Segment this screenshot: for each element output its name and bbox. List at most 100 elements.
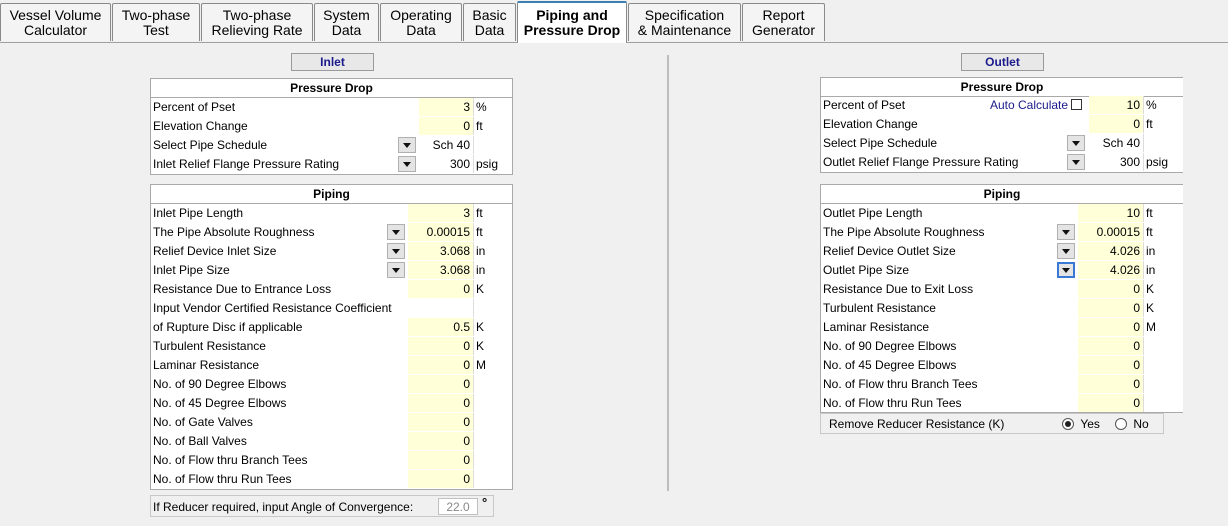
outlet-section-button[interactable]: Outlet [961, 53, 1044, 71]
outlet-piping-row-value[interactable]: 0.00015 [1078, 223, 1143, 241]
outlet-piping-row: The Pipe Absolute Roughness 0.00015 ft [821, 223, 1183, 242]
outlet-piping-row-label: Outlet Pipe Length [823, 206, 923, 220]
radio-selected-icon[interactable] [1062, 418, 1074, 430]
outlet-piping-row-value[interactable]: 0 [1078, 299, 1143, 317]
inlet-piping-row-value[interactable]: 3.068 [408, 242, 473, 260]
inlet-piping-row-value[interactable]: 0 [408, 356, 473, 374]
outlet-piping-row-value[interactable]: 0 [1078, 356, 1143, 374]
tab-piping-and-pressure-drop[interactable]: Piping and Pressure Drop [517, 1, 627, 43]
chevron-down-icon [1062, 248, 1070, 254]
inlet-piping-row-unit [473, 299, 512, 317]
outlet-elevation-label: Elevation Change [823, 117, 918, 131]
outlet-piping-row-label: No. of 45 Degree Elbows [823, 358, 957, 372]
outlet-flange-rating-dropdown[interactable] [1067, 154, 1085, 170]
outlet-piping-row-value[interactable]: 0 [1078, 375, 1143, 393]
outlet-piping-row: No. of 90 Degree Elbows 0 [821, 337, 1183, 356]
outlet-piping-title: Piping [821, 185, 1183, 204]
inlet-percent-pset-input[interactable]: 3 [419, 98, 473, 116]
inlet-piping-row: No. of Flow thru Run Tees 0 [151, 470, 512, 489]
tab-two-phase-test[interactable]: Two-phase Test [112, 3, 200, 41]
inlet-reducer-angle-input[interactable]: 22.0 [438, 498, 478, 515]
inlet-piping-row-value[interactable] [408, 299, 473, 317]
outlet-piping-row-value[interactable]: 4.026 [1078, 242, 1143, 260]
outlet-piping-row: No. of Flow thru Run Tees 0 [821, 394, 1183, 413]
outlet-piping-row-label: The Pipe Absolute Roughness [823, 225, 985, 239]
inlet-piping-row-value[interactable]: 0 [408, 413, 473, 431]
inlet-piping-row-dropdown[interactable] [387, 243, 405, 259]
outlet-percent-pset-unit: % [1143, 96, 1183, 114]
outlet-piping-row: Laminar Resistance 0 M [821, 318, 1183, 337]
outlet-flange-rating-label: Outlet Relief Flange Pressure Rating [823, 155, 1019, 169]
tab-basic-data[interactable]: Basic Data [463, 3, 516, 41]
inlet-flange-rating-value: 300 [419, 155, 473, 173]
inlet-piping-row-label: No. of 90 Degree Elbows [153, 377, 287, 391]
inlet-piping-row-value[interactable]: 0.5 [408, 318, 473, 336]
inlet-piping-row-label: Resistance Due to Entrance Loss [153, 282, 332, 296]
inlet-piping-row-label: No. of 45 Degree Elbows [153, 396, 287, 410]
outlet-pipe-schedule-value: Sch 40 [1089, 134, 1143, 152]
chevron-down-icon [392, 248, 400, 254]
inlet-pipe-schedule-dropdown[interactable] [398, 137, 416, 153]
outlet-pipe-schedule-dropdown[interactable] [1067, 135, 1085, 151]
outlet-pipe-schedule-unit [1143, 134, 1183, 152]
tab-two-phase-relieving-rate[interactable]: Two-phase Relieving Rate [201, 3, 313, 41]
outlet-elevation-input[interactable]: 0 [1089, 115, 1143, 133]
inlet-piping-row-value[interactable]: 0 [408, 432, 473, 450]
chevron-down-icon [392, 229, 400, 235]
inlet-piping-row: Turbulent Resistance 0 K [151, 337, 512, 356]
tab-system-data[interactable]: System Data [314, 3, 379, 41]
inlet-piping-row-unit: K [473, 280, 512, 298]
chevron-down-icon [1072, 159, 1080, 165]
radio-unselected-icon[interactable] [1115, 418, 1127, 430]
inlet-piping-row: Resistance Due to Entrance Loss 0 K [151, 280, 512, 299]
inlet-piping-row-unit [473, 413, 512, 431]
outlet-piping-row-value[interactable]: 0 [1078, 280, 1143, 298]
outlet-piping-row-dropdown[interactable] [1057, 224, 1075, 240]
inlet-percent-pset-unit: % [473, 98, 512, 116]
inlet-piping-row-value[interactable]: 0 [408, 375, 473, 393]
reducer-resistance-yes-option[interactable]: Yes [1062, 417, 1100, 431]
outlet-piping-row-dropdown[interactable] [1057, 262, 1075, 278]
outlet-piping-row-value[interactable]: 10 [1078, 204, 1143, 222]
inlet-piping-row-value[interactable]: 0 [408, 470, 473, 488]
outlet-pressure-drop-panel: Pressure Drop Percent of Pset Auto Calcu… [820, 77, 1183, 173]
outlet-piping-row-label: Resistance Due to Exit Loss [823, 282, 974, 296]
inlet-piping-row-value[interactable]: 0 [408, 451, 473, 469]
inlet-pressure-drop-title: Pressure Drop [151, 79, 512, 98]
auto-calculate-checkbox[interactable] [1071, 99, 1082, 110]
inlet-pipe-schedule-label: Select Pipe Schedule [153, 138, 268, 152]
inlet-flange-rating-dropdown[interactable] [398, 156, 416, 172]
outlet-piping-row-unit [1143, 337, 1183, 355]
outlet-piping-row-label: Outlet Pipe Size [823, 263, 910, 277]
inlet-piping-row-dropdown[interactable] [387, 224, 405, 240]
outlet-piping-row-label: No. of Flow thru Run Tees [823, 396, 962, 410]
outlet-piping-row-value[interactable]: 0 [1078, 318, 1143, 336]
auto-calculate-label: Auto Calculate [990, 98, 1069, 112]
outlet-piping-row-value[interactable]: 4.026 [1078, 261, 1143, 279]
tab-vessel-volume-calculator[interactable]: Vessel Volume Calculator [0, 3, 111, 41]
inlet-percent-pset-label: Percent of Pset [153, 100, 236, 114]
outlet-piping-row-unit [1143, 394, 1183, 412]
inlet-piping-row-value[interactable]: 0.00015 [408, 223, 473, 241]
outlet-piping-row-unit: K [1143, 280, 1183, 298]
inlet-piping-row-value[interactable]: 0 [408, 280, 473, 298]
outlet-piping-row-unit [1143, 375, 1183, 393]
inlet-section-button[interactable]: Inlet [291, 53, 374, 71]
inlet-piping-row-value[interactable]: 0 [408, 394, 473, 412]
inlet-piping-row-value[interactable]: 3 [408, 204, 473, 222]
outlet-piping-row-label: Laminar Resistance [823, 320, 930, 334]
outlet-piping-row-value[interactable]: 0 [1078, 394, 1143, 412]
outlet-percent-pset-input[interactable]: 10 [1089, 96, 1143, 114]
inlet-piping-row-dropdown[interactable] [387, 262, 405, 278]
tab-operating-data[interactable]: Operating Data [380, 3, 462, 41]
inlet-piping-row-value[interactable]: 0 [408, 337, 473, 355]
inlet-elevation-label: Elevation Change [153, 119, 248, 133]
tab-report-generator[interactable]: Report Generator [742, 3, 825, 41]
reducer-resistance-no-option[interactable]: No [1115, 417, 1149, 431]
tab-specification-maintenance[interactable]: Specification & Maintenance [628, 3, 741, 41]
inlet-piping-row-unit: K [473, 337, 512, 355]
inlet-elevation-input[interactable]: 0 [419, 117, 473, 135]
outlet-piping-row-dropdown[interactable] [1057, 243, 1075, 259]
outlet-piping-row-value[interactable]: 0 [1078, 337, 1143, 355]
inlet-piping-row-value[interactable]: 3.068 [408, 261, 473, 279]
